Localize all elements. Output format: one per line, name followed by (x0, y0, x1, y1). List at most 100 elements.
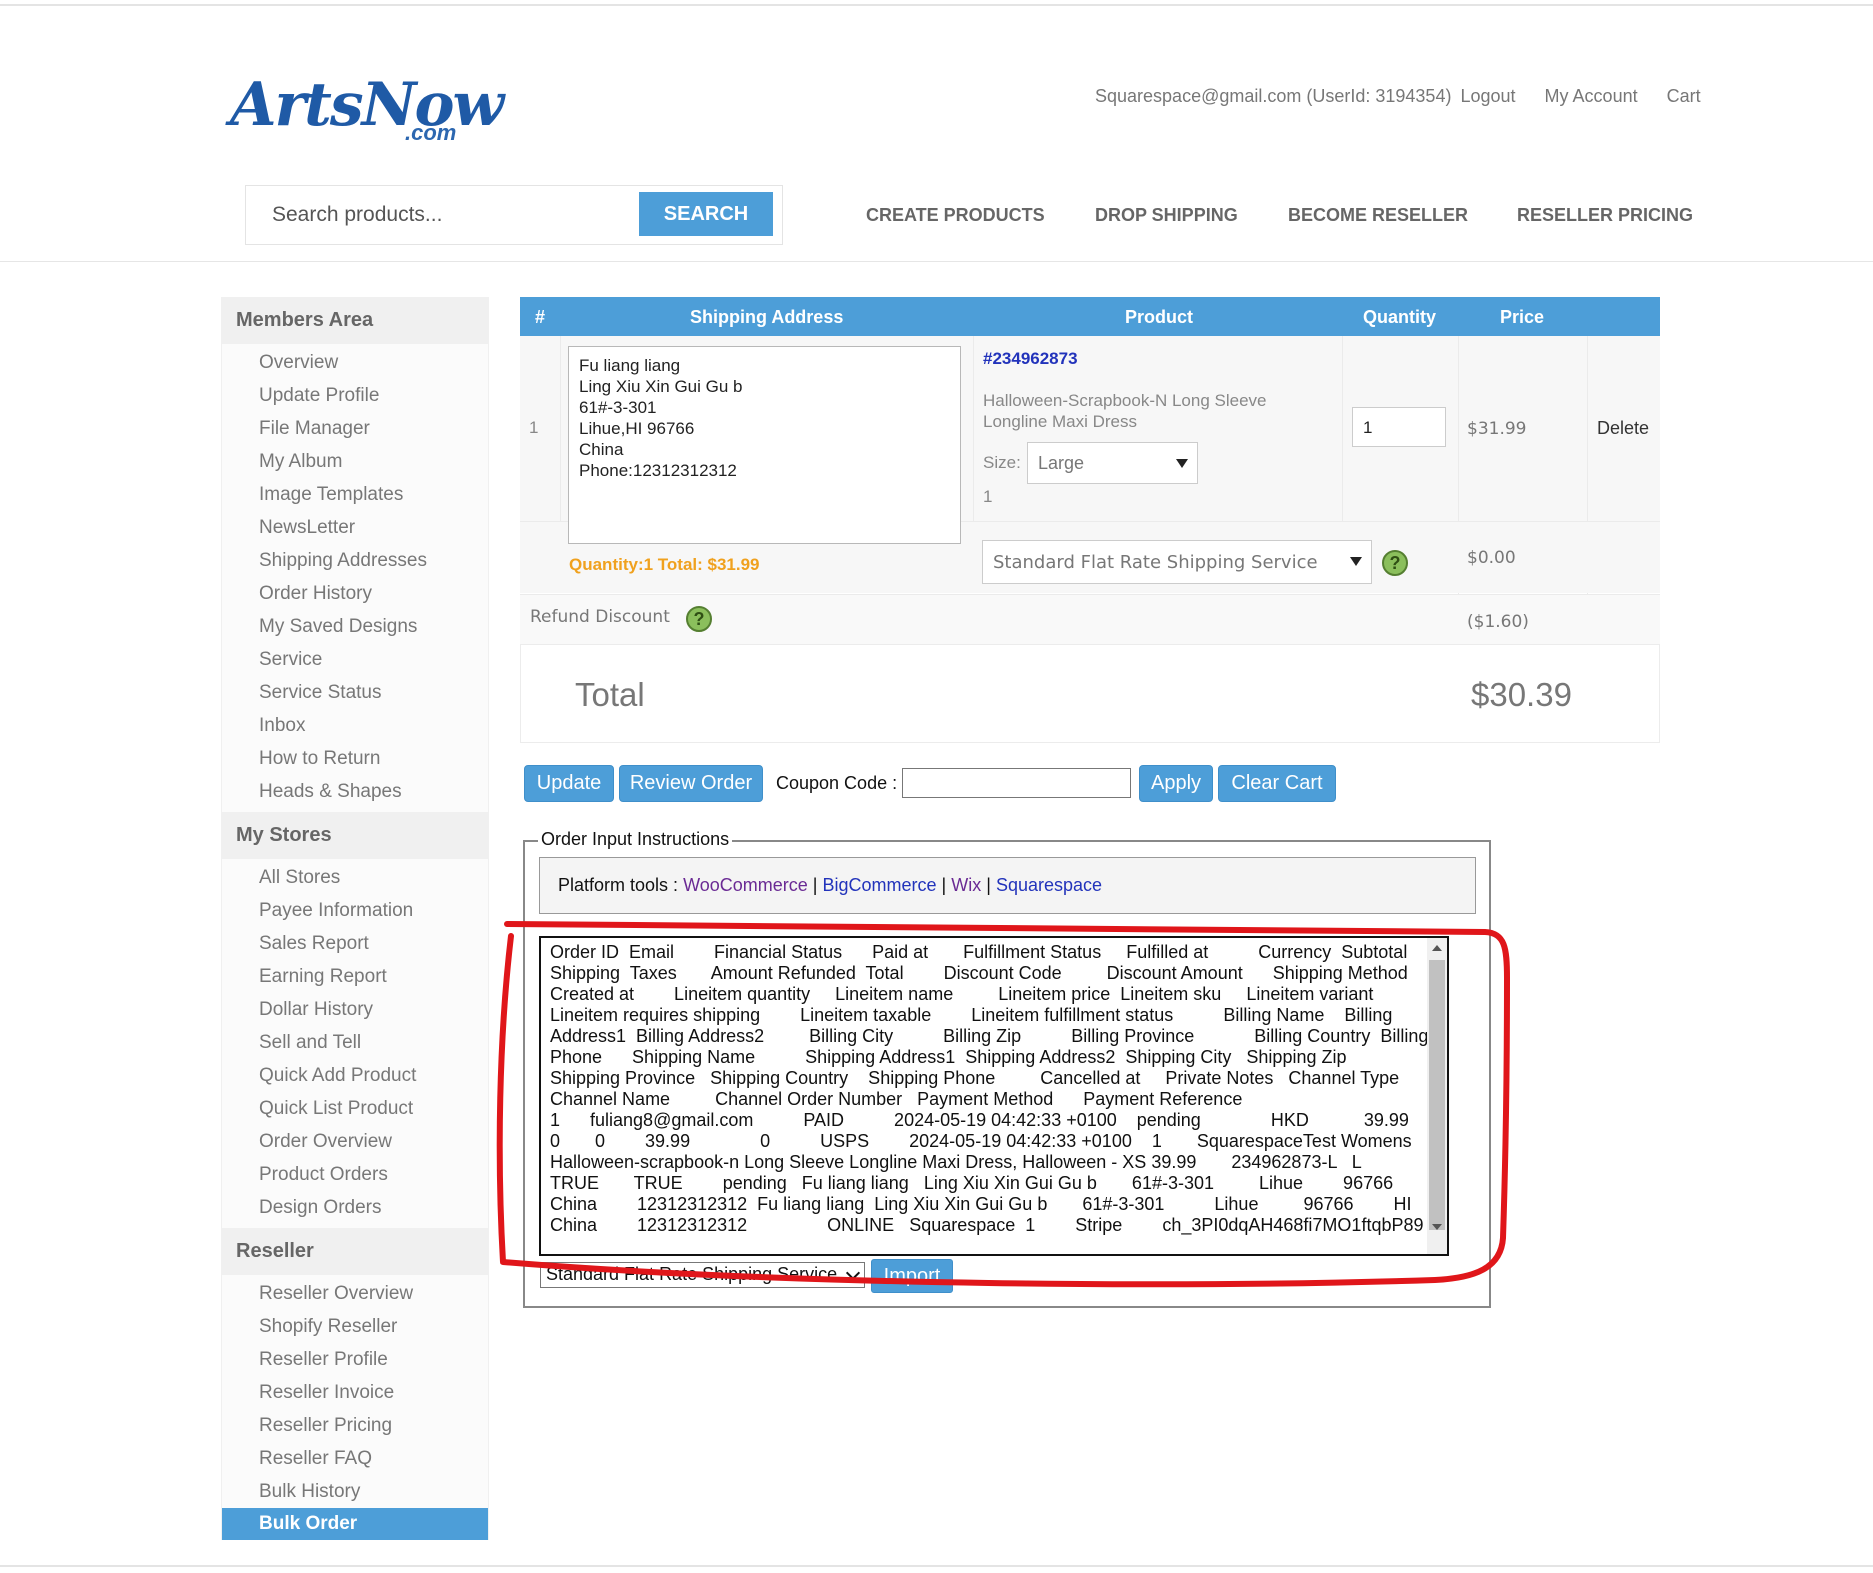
col-quantity: Quantity (1363, 307, 1437, 327)
cell-divider (1342, 336, 1343, 521)
sidebar-item-bulk-history[interactable]: Bulk History (222, 1475, 488, 1508)
sidebar-item-newsletter[interactable]: NewsLetter (222, 511, 488, 544)
sidebar-item-earning-report[interactable]: Earning Report (222, 960, 488, 993)
col-product: Product (1125, 307, 1194, 327)
shipping-method-value: Standard Flat Rate Shipping Service (993, 552, 1318, 573)
help-icon[interactable]: ? (686, 606, 712, 632)
sidebar-item-dollar-history[interactable]: Dollar History (222, 993, 488, 1026)
order-input-instructions-legend: Order Input Instructions (538, 829, 733, 850)
sidebar-item-sell-and-tell[interactable]: Sell and Tell (222, 1026, 488, 1059)
search-bar: SEARCH (245, 185, 783, 245)
sidebar-item-order-history[interactable]: Order History (222, 577, 488, 610)
caret-down-icon (1176, 459, 1188, 468)
sidebar-item-how-to-return[interactable]: How to Return (222, 742, 488, 775)
sidebar-heading-members: Members Area (221, 297, 489, 344)
caret-down-icon (1350, 557, 1362, 566)
sidebar-item-update-profile[interactable]: Update Profile (222, 379, 488, 412)
sidebar-item-reseller-profile[interactable]: Reseller Profile (222, 1343, 488, 1376)
quantity-input[interactable]: 1 (1352, 407, 1446, 447)
logo-wordmark: ArtsNow (230, 70, 504, 140)
header-divider (0, 261, 1873, 262)
sidebar-item-reseller-pricing[interactable]: Reseller Pricing (222, 1409, 488, 1442)
bigcommerce-link[interactable]: BigCommerce (822, 875, 936, 895)
sidebar-item-bulk-order[interactable]: Bulk Order (222, 1508, 488, 1540)
col-index: # (535, 307, 546, 327)
sidebar-item-payee-information[interactable]: Payee Information (222, 894, 488, 927)
user-email: Squarespace@gmail.com (UserId: 3194354) (1095, 86, 1452, 106)
product-name: Halloween-Scrapbook-N Long Sleeve Longli… (983, 391, 1267, 431)
sidebar-item-inbox[interactable]: Inbox (222, 709, 488, 742)
total-label: Total (575, 676, 645, 713)
sidebar: Members Area Overview Update Profile Fil… (221, 297, 489, 1540)
sidebar-item-design-orders[interactable]: Design Orders (222, 1191, 488, 1224)
shipping-price: $0.00 (1467, 548, 1516, 568)
red-highlight-annotation (496, 921, 1510, 1288)
separator: | (986, 875, 991, 895)
shipping-address-textarea[interactable]: Fu liang liang Ling Xiu Xin Gui Gu b 61#… (568, 346, 961, 544)
reseller-menu: Reseller Overview Shopify Reseller Resel… (221, 1275, 489, 1540)
row-index: 1 (529, 418, 539, 437)
squarespace-link[interactable]: Squarespace (996, 875, 1102, 895)
search-button[interactable]: SEARCH (639, 192, 773, 236)
nav-drop-shipping[interactable]: DROP SHIPPING (1095, 205, 1238, 226)
footer-divider (0, 1565, 1873, 1567)
apply-button[interactable]: Apply (1139, 765, 1213, 802)
top-border (0, 4, 1873, 6)
separator: | (941, 875, 947, 895)
logo-domain: .com (405, 120, 457, 145)
cart-table: # Shipping Address Product Quantity Pric… (520, 297, 1660, 336)
shipping-method-select[interactable]: Standard Flat Rate Shipping Service (982, 540, 1372, 584)
sidebar-item-order-overview[interactable]: Order Overview (222, 1125, 488, 1158)
sidebar-item-reseller-invoice[interactable]: Reseller Invoice (222, 1376, 488, 1409)
sidebar-heading-reseller: Reseller (221, 1228, 489, 1275)
sidebar-item-quick-list-product[interactable]: Quick List Product (222, 1092, 488, 1125)
sidebar-item-heads-shapes[interactable]: Heads & Shapes (222, 775, 488, 808)
wix-link[interactable]: Wix (951, 875, 981, 895)
woocommerce-link[interactable]: WooCommerce (683, 875, 808, 895)
clear-cart-button[interactable]: Clear Cart (1218, 765, 1336, 802)
sidebar-item-sales-report[interactable]: Sales Report (222, 927, 488, 960)
sidebar-item-shipping-addresses[interactable]: Shipping Addresses (222, 544, 488, 577)
separator: | (812, 875, 818, 895)
sidebar-item-product-orders[interactable]: Product Orders (222, 1158, 488, 1191)
highlight-stroke (496, 921, 1510, 1288)
quantity-total-summary: Quantity:1 Total: $31.99 (569, 555, 760, 574)
nav-become-reseller[interactable]: BECOME RESELLER (1288, 205, 1468, 226)
stores-menu: All Stores Payee Information Sales Repor… (221, 859, 489, 1228)
platform-tools-bar: Platform tools : WooCommerce | BigCommer… (539, 857, 1476, 914)
row-divider (520, 594, 1660, 595)
review-order-button[interactable]: Review Order (619, 765, 763, 802)
col-price: Price (1500, 307, 1545, 327)
nav-create-products[interactable]: CREATE PRODUCTS (866, 205, 1045, 226)
help-icon[interactable]: ? (1382, 550, 1408, 576)
size-selected-value: Large (1038, 453, 1085, 473)
sidebar-item-reseller-faq[interactable]: Reseller FAQ (222, 1442, 488, 1475)
logout-link[interactable]: Logout (1460, 86, 1515, 106)
sidebar-item-quick-add-product[interactable]: Quick Add Product (222, 1059, 488, 1092)
cart-link[interactable]: Cart (1667, 86, 1701, 106)
sidebar-item-shopify-reseller[interactable]: Shopify Reseller (222, 1310, 488, 1343)
coupon-code-label: Coupon Code : (776, 773, 898, 793)
sidebar-item-overview[interactable]: Overview (222, 346, 488, 379)
sidebar-item-service-status[interactable]: Service Status (222, 676, 488, 709)
sidebar-item-my-album[interactable]: My Album (222, 445, 488, 478)
sidebar-item-file-manager[interactable]: File Manager (222, 412, 488, 445)
sidebar-item-service[interactable]: Service (222, 643, 488, 676)
sidebar-heading-my-stores: My Stores (221, 812, 489, 859)
search-input[interactable] (256, 192, 644, 238)
delete-link[interactable]: Delete (1597, 418, 1649, 439)
total-value: $30.39 (1471, 676, 1572, 713)
product-id-link[interactable]: #234962873 (983, 349, 1078, 369)
update-button[interactable]: Update (524, 765, 614, 802)
sidebar-item-my-saved-designs[interactable]: My Saved Designs (222, 610, 488, 643)
refund-discount-value: ($1.60) (1467, 612, 1529, 632)
item-price: $31.99 (1467, 419, 1527, 439)
sidebar-item-image-templates[interactable]: Image Templates (222, 478, 488, 511)
nav-reseller-pricing[interactable]: RESELLER PRICING (1517, 205, 1693, 226)
artsnow-logo[interactable]: ArtsNow .com (230, 70, 504, 145)
coupon-code-input[interactable] (902, 768, 1131, 798)
sidebar-item-reseller-overview[interactable]: Reseller Overview (222, 1277, 488, 1310)
sidebar-item-all-stores[interactable]: All Stores (222, 861, 488, 894)
size-select[interactable]: Large (1027, 442, 1198, 484)
my-account-link[interactable]: My Account (1545, 86, 1638, 106)
